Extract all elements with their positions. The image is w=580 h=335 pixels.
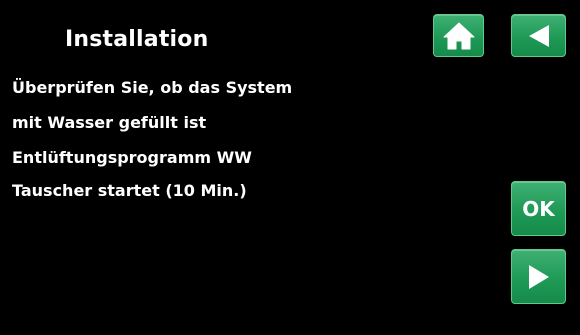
- back-button[interactable]: [511, 14, 566, 57]
- ok-label: OK: [522, 196, 555, 221]
- ok-button[interactable]: OK: [511, 181, 566, 236]
- forward-arrow-icon: [527, 263, 551, 291]
- message-line-3: Entlüftungsprogramm WW: [12, 148, 252, 167]
- home-icon: [442, 21, 476, 51]
- next-button[interactable]: [511, 249, 566, 304]
- message-line-1: Überprüfen Sie, ob das System: [12, 78, 293, 97]
- message-line-4: Tauscher startet (10 Min.): [12, 181, 247, 200]
- back-arrow-icon: [527, 23, 551, 49]
- home-button[interactable]: [433, 14, 484, 57]
- message-line-2: mit Wasser gefüllt ist: [12, 113, 207, 132]
- page-title: Installation: [65, 27, 209, 52]
